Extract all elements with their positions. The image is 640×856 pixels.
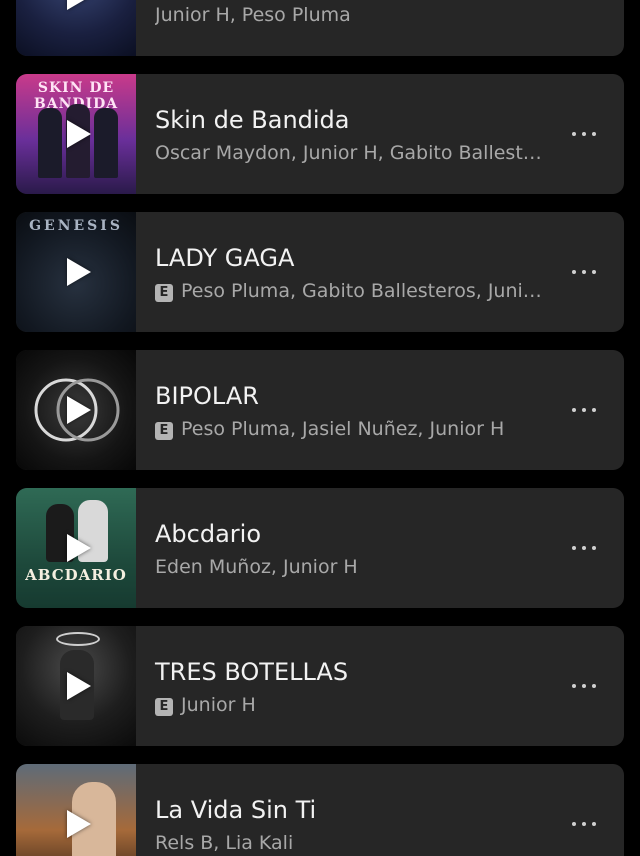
- track-card[interactable]: La Vida Sin Ti Rels B, Lia Kali: [16, 764, 624, 856]
- play-icon[interactable]: [67, 120, 91, 148]
- album-art-text: ABCDARIO: [25, 566, 127, 584]
- track-title: Skin de Bandida: [155, 106, 350, 134]
- track-card[interactable]: ABCDARIO Abcdario Eden Muñoz, Junior H: [16, 488, 624, 608]
- track-artists: Eden Muñoz, Junior H: [155, 556, 358, 578]
- track-card[interactable]: TRES BOTELLAS E Junior H: [16, 626, 624, 746]
- track-title: La Vida Sin Ti: [155, 796, 317, 824]
- album-art[interactable]: GENESIS: [16, 212, 136, 332]
- more-options-icon[interactable]: [566, 0, 602, 10]
- more-options-icon[interactable]: [566, 810, 602, 838]
- more-options-icon[interactable]: [566, 672, 602, 700]
- track-title: Abcdario: [155, 520, 262, 548]
- track-list: Junior H, Peso Pluma SKIN DE BANDIDA Ski…: [0, 0, 640, 856]
- more-options-icon[interactable]: [566, 396, 602, 424]
- play-icon[interactable]: [67, 534, 91, 562]
- play-icon[interactable]: [67, 810, 91, 838]
- album-art[interactable]: [16, 0, 136, 56]
- more-options-icon[interactable]: [566, 534, 602, 562]
- album-art[interactable]: ABCDARIO: [16, 488, 136, 608]
- album-art[interactable]: SKIN DE BANDIDA: [16, 74, 136, 194]
- halo-shape: [56, 632, 100, 646]
- track-artists: E Junior H: [155, 694, 550, 716]
- explicit-badge: E: [155, 284, 173, 302]
- more-options-icon[interactable]: [566, 120, 602, 148]
- track-title: BIPOLAR: [155, 382, 259, 410]
- track-artists: Oscar Maydon, Junior H, Gabito Ballester…: [155, 142, 550, 164]
- track-title: LADY GAGA: [155, 244, 295, 272]
- figure-shape: [94, 108, 118, 178]
- album-art[interactable]: [16, 350, 136, 470]
- play-icon[interactable]: [67, 396, 91, 424]
- track-artists: E Peso Pluma, Jasiel Nuñez, Junior H: [155, 418, 550, 440]
- album-art-text: GENESIS: [29, 218, 123, 234]
- album-art[interactable]: [16, 764, 136, 856]
- figure-shape: [38, 108, 62, 178]
- track-card[interactable]: SKIN DE BANDIDA Skin de Bandida Oscar Ma…: [16, 74, 624, 194]
- track-artists: Rels B, Lia Kali: [155, 832, 294, 854]
- track-artists: E Peso Pluma, Gabito Ballesteros, Junior …: [155, 280, 550, 302]
- explicit-badge: E: [155, 698, 173, 716]
- more-options-icon[interactable]: [566, 258, 602, 286]
- album-art[interactable]: [16, 626, 136, 746]
- play-icon[interactable]: [67, 672, 91, 700]
- track-card[interactable]: GENESIS LADY GAGA E Peso Pluma, Gabito Ba…: [16, 212, 624, 332]
- track-card[interactable]: Junior H, Peso Pluma: [16, 0, 624, 56]
- play-icon[interactable]: [67, 0, 91, 10]
- track-card[interactable]: BIPOLAR E Peso Pluma, Jasiel Nuñez, Junio…: [16, 350, 624, 470]
- track-artists: Junior H, Peso Pluma: [155, 4, 351, 26]
- track-title: TRES BOTELLAS: [155, 658, 349, 686]
- explicit-badge: E: [155, 422, 173, 440]
- play-icon[interactable]: [67, 258, 91, 286]
